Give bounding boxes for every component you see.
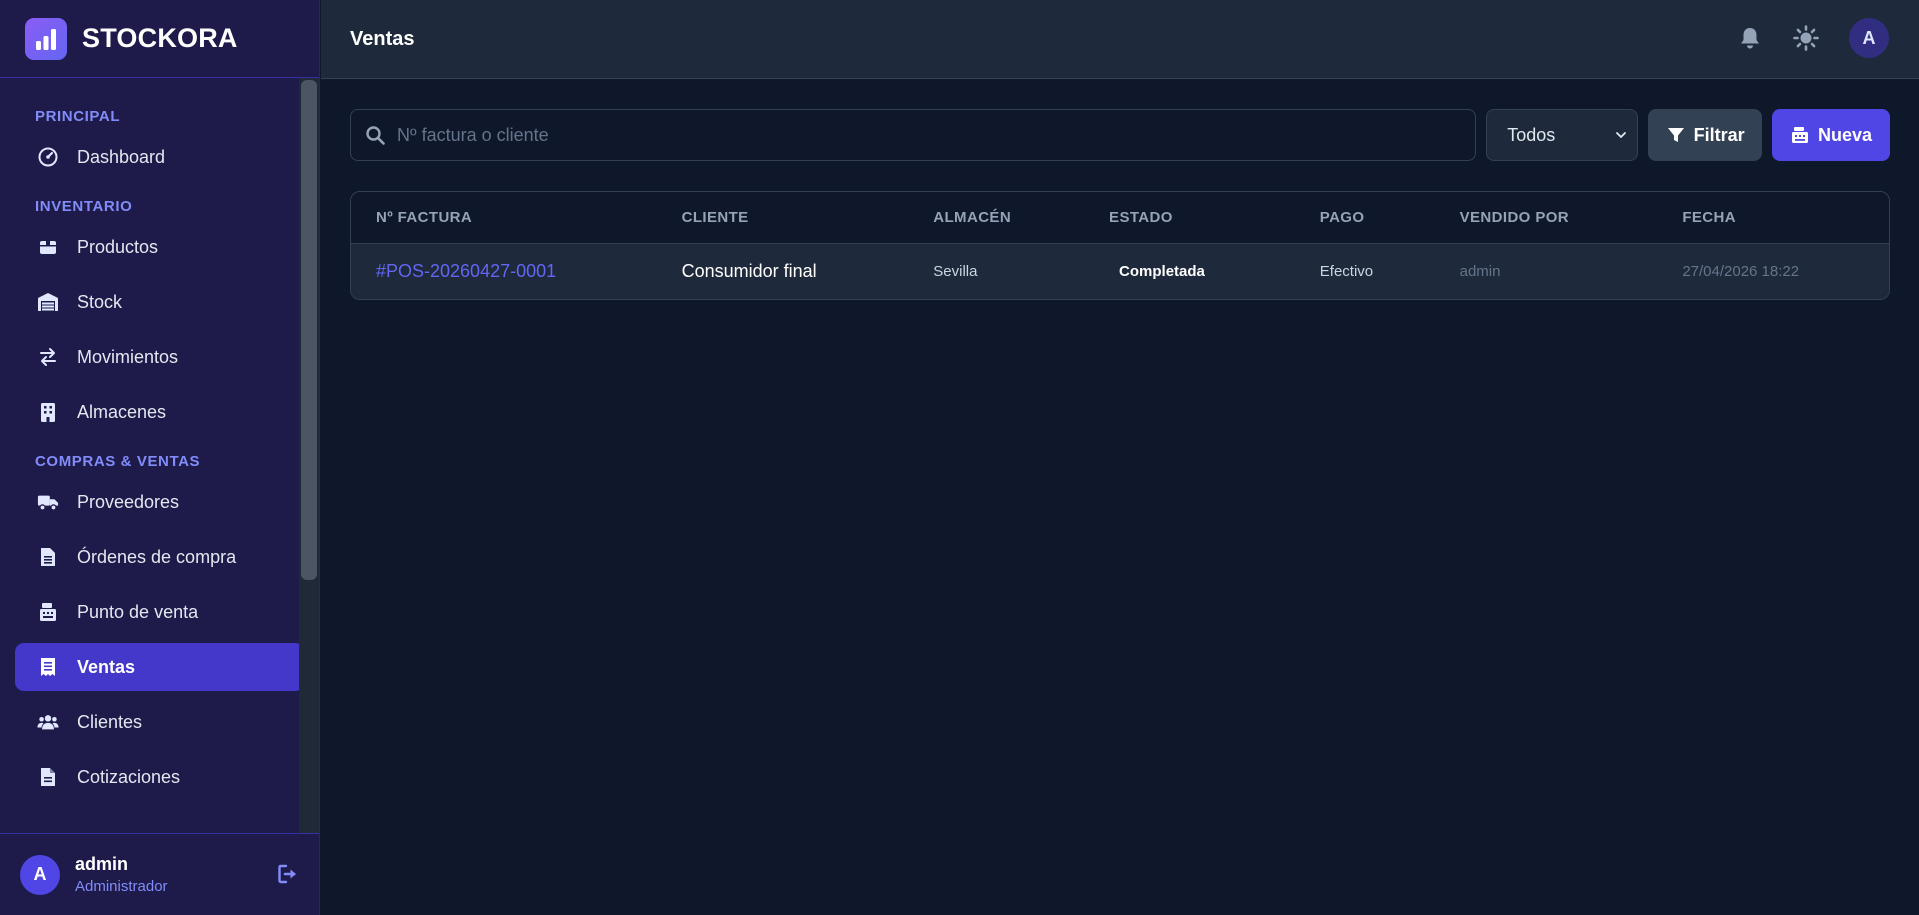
cell-client: Consumidor final [681,261,817,281]
header-payment[interactable]: PAGO [1295,209,1435,226]
search-icon [365,125,387,147]
filter-button[interactable]: Filtrar [1648,109,1763,161]
chart-bar-icon [25,17,67,60]
sales-table: Nº FACTURA CLIENTE ALMACÉN ESTADO PAGO V… [350,191,1890,300]
cash-register-icon [1790,125,1810,145]
main-content: Todos Filtrar Nueva Nº FACTURA CLIENTE A… [350,109,1890,300]
sidebar-item-punto-de-venta[interactable]: Punto de venta [15,588,304,636]
box-icon [37,236,59,258]
building-icon [37,401,59,423]
sidebar-item-dashboard[interactable]: Dashboard [15,133,304,181]
header-seller[interactable]: VENDIDO POR [1435,209,1658,226]
status-select[interactable]: Todos [1486,109,1639,161]
brand[interactable]: STOCKORA [0,0,319,78]
section-title-principal: PRINCIPAL [35,108,121,125]
user-card: A admin Administrador [0,833,319,915]
header-warehouse[interactable]: ALMACÉN [908,209,1084,226]
status-select-value: Todos [1507,124,1556,145]
cell-invoice: #POS-20260427-0001 [351,261,657,282]
warehouse-icon [37,291,59,313]
header-date[interactable]: FECHA [1657,209,1889,226]
brand-name: STOCKORA [82,23,238,53]
cell-seller: admin [1459,263,1501,280]
chevron-down-icon [1615,125,1627,146]
sidebar-item-productos[interactable]: Productos [15,223,304,271]
sidebar-item-label: Productos [77,236,159,257]
search-box [350,109,1477,161]
sun-icon[interactable] [1793,25,1819,51]
sidebar-item-label: Movimientos [77,346,179,367]
truck-icon [37,491,59,513]
sidebar-item-label: Dashboard [77,146,166,167]
receipt-icon [37,656,59,678]
page-title: Ventas [350,27,415,50]
user-role: Administrador [75,878,168,895]
topbar: Ventas A [321,0,1919,79]
table-header: Nº FACTURA CLIENTE ALMACÉN ESTADO PAGO V… [351,192,1889,244]
sidebar-item-label: Punto de venta [77,601,199,622]
sidebar-item-label: Almacenes [77,401,167,422]
sidebar-item-proveedores[interactable]: Proveedores [15,478,304,526]
sidebar-item-label: Ventas [77,656,136,677]
cell-warehouse: Sevilla [933,263,978,280]
table-row[interactable]: #POS-20260427-0001 Consumidor final Sevi… [351,244,1889,299]
new-sale-button[interactable]: Nueva [1772,109,1890,161]
gauge-icon [37,146,59,168]
invoice-link[interactable]: #POS-20260427-0001 [376,261,556,281]
arrows-exchange-icon [37,346,59,368]
logout-icon[interactable] [277,863,301,887]
sidebar-item-ventas[interactable]: Ventas [15,643,304,691]
search-input[interactable] [351,110,1476,160]
header-status[interactable]: ESTADO [1084,209,1295,226]
users-icon [37,711,59,733]
cell-status: Completada [1084,260,1295,283]
user-name: admin [75,854,129,874]
cell-payment: Efectivo [1319,263,1374,280]
filter-button-label: Filtrar [1693,124,1745,145]
sidebar-item-almacenes[interactable]: Almacenes [15,388,304,436]
sidebar-item-label: Stock [77,291,123,312]
header-client[interactable]: CLIENTE [657,209,909,226]
sidebar-item-label: Cotizaciones [77,766,181,787]
sidebar: STOCKORA PRINCIPAL Dashboard INVENTARIO … [0,0,320,915]
cash-register-icon [37,601,59,623]
user-info: admin Administrador [75,854,168,895]
sidebar-item-cotizaciones[interactable]: Cotizaciones [15,753,304,801]
avatar[interactable]: A [20,854,60,895]
cell-date: 27/04/2026 18:22 [1682,263,1800,280]
sidebar-item-stock[interactable]: Stock [15,278,304,326]
section-title-inventario: INVENTARIO [35,198,133,215]
header-invoice[interactable]: Nº FACTURA [351,209,657,226]
top-actions: A [1707,18,1889,58]
sidebar-item-ordenes-compra[interactable]: Órdenes de compra [15,533,304,581]
sidebar-item-label: Clientes [77,711,143,732]
section-title-compras-ventas: COMPRAS & VENTAS [35,453,201,470]
toolbar: Todos Filtrar Nueva [350,109,1890,161]
file-icon [37,766,59,788]
sidebar-item-label: Proveedores [77,491,180,512]
sidebar-item-movimientos[interactable]: Movimientos [15,333,304,381]
sidebar-item-clientes[interactable]: Clientes [15,698,304,746]
document-icon [37,546,59,568]
sidebar-item-label: Órdenes de compra [77,546,237,567]
sidebar-scrollbar[interactable] [299,78,319,833]
new-sale-button-label: Nueva [1818,124,1873,145]
filter-icon [1666,125,1686,145]
bell-icon[interactable] [1737,25,1763,51]
status-badge: Completada [1119,263,1205,280]
sidebar-nav: PRINCIPAL Dashboard INVENTARIO Productos… [0,78,319,801]
nav-scroll-area: PRINCIPAL Dashboard INVENTARIO Productos… [0,78,319,833]
topbar-avatar[interactable]: A [1849,18,1889,58]
sidebar-scrollbar-thumb[interactable] [301,80,317,580]
